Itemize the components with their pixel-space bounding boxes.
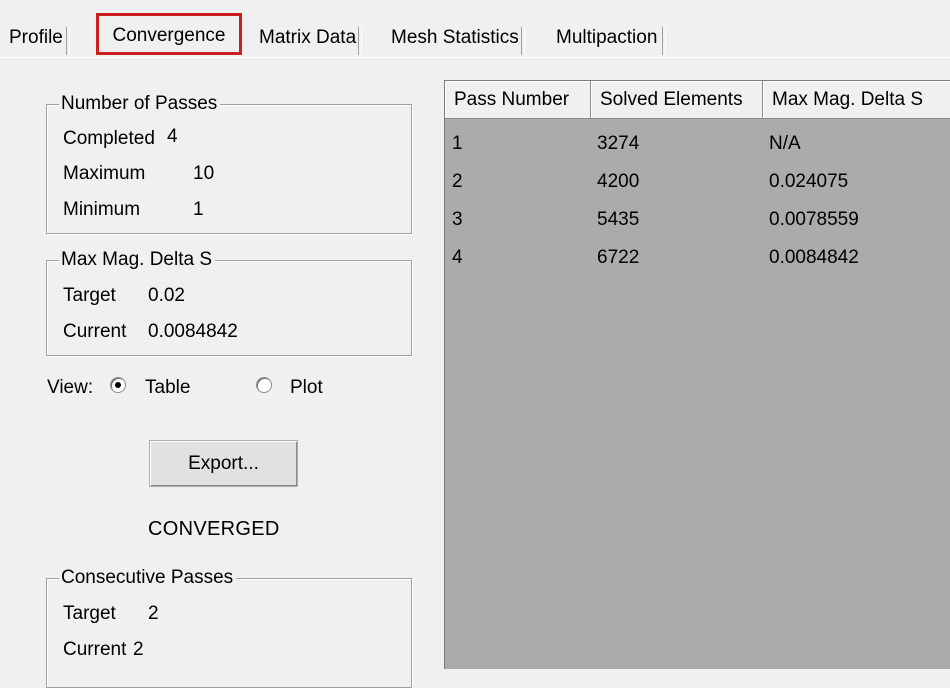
- delta-current-value: 0.0084842: [148, 321, 238, 342]
- tab-convergence-label: Convergence: [112, 25, 226, 46]
- export-button-label: Export...: [188, 453, 259, 474]
- delta-target-value: 0.02: [148, 285, 185, 306]
- table-cell: 0.0078559: [769, 209, 859, 230]
- tab-multipaction-label: Multipaction: [556, 27, 658, 48]
- delta-current-label: Current: [63, 321, 127, 342]
- table-cell: 3: [452, 209, 463, 230]
- completed-value: 4: [167, 126, 178, 147]
- tab-matrix-data[interactable]: Matrix Data: [259, 19, 363, 57]
- table-cell: 0.0084842: [769, 247, 859, 268]
- consecutive-group: Consecutive Passes Target 2 Current 2: [46, 566, 412, 688]
- table-cell: 4: [452, 247, 463, 268]
- column-header-pass-number[interactable]: Pass Number: [445, 81, 591, 119]
- table-cell: N/A: [769, 133, 801, 154]
- completed-label: Completed: [63, 128, 155, 149]
- table-cell: 2: [452, 171, 463, 192]
- delta-group: Max Mag. Delta S Target 0.02 Current 0.0…: [46, 248, 412, 356]
- maximum-label: Maximum: [63, 163, 146, 184]
- table-cell: 0.024075: [769, 171, 849, 192]
- table-cell: 5435: [597, 209, 640, 230]
- export-button[interactable]: Export...: [149, 440, 298, 487]
- tab-multipaction[interactable]: Multipaction: [556, 19, 667, 57]
- passes-legend: Number of Passes: [59, 92, 221, 116]
- radio-plot[interactable]: [256, 377, 272, 393]
- table-cell: 6722: [597, 247, 640, 268]
- tab-mesh-statistics[interactable]: Mesh Statistics: [391, 19, 525, 57]
- radio-plot-label[interactable]: Plot: [290, 377, 323, 399]
- tab-matrix-data-label: Matrix Data: [259, 27, 357, 48]
- column-header-max-mag-delta-s[interactable]: Max Mag. Delta S: [763, 81, 950, 119]
- tab-strip: Profile Convergence Matrix Data Mesh Sta…: [0, 0, 950, 60]
- maximum-value: 10: [193, 163, 215, 184]
- consecutive-target-value: 2: [148, 603, 159, 624]
- consecutive-legend: Consecutive Passes: [59, 566, 237, 590]
- tab-mesh-statistics-label: Mesh Statistics: [391, 27, 519, 48]
- tab-profile-label: Profile: [9, 27, 63, 48]
- delta-legend: Max Mag. Delta S: [59, 248, 215, 272]
- radio-table[interactable]: [110, 377, 126, 393]
- minimum-label: Minimum: [63, 199, 141, 220]
- tab-divider: [0, 57, 950, 58]
- convergence-table[interactable]: Pass Number Solved Elements Max Mag. Del…: [444, 80, 950, 669]
- consecutive-current-label: Current: [63, 639, 127, 660]
- view-label: View:: [47, 377, 94, 398]
- passes-group: Number of Passes Completed 4 Maximum 10 …: [46, 92, 412, 234]
- delta-target-label: Target: [63, 285, 116, 306]
- tab-profile[interactable]: Profile: [9, 19, 70, 57]
- minimum-value: 1: [193, 199, 204, 220]
- consecutive-current-value: 2: [133, 639, 144, 660]
- column-header-solved-elements[interactable]: Solved Elements: [591, 81, 763, 119]
- convergence-status: CONVERGED: [148, 518, 280, 540]
- radio-table-label[interactable]: Table: [145, 377, 190, 399]
- consecutive-target-label: Target: [63, 603, 116, 624]
- table-cell: 1: [452, 133, 463, 154]
- table-cell: 3274: [597, 133, 640, 154]
- table-cell: 4200: [597, 171, 640, 192]
- table-header: Pass Number Solved Elements Max Mag. Del…: [445, 81, 950, 119]
- tab-convergence[interactable]: Convergence: [96, 13, 242, 55]
